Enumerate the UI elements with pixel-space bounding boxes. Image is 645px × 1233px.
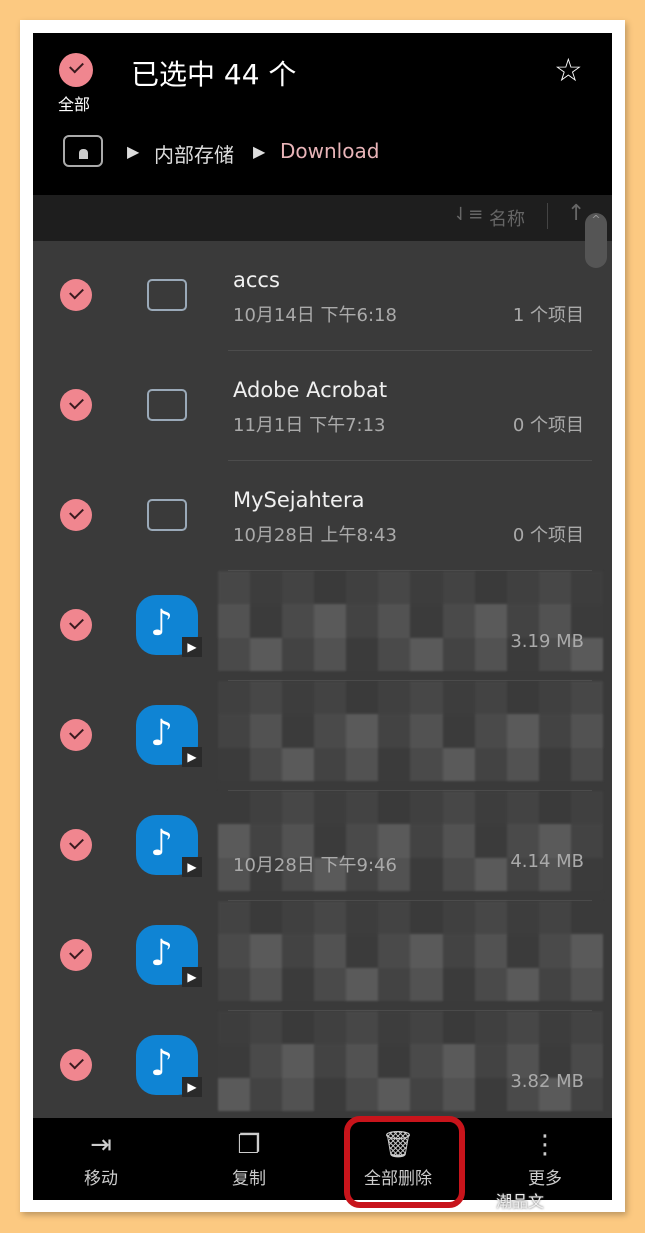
item-checkbox[interactable] (60, 1049, 92, 1081)
audio-file-icon: ♪ ▶ (136, 1035, 202, 1097)
item-date: 11月1日 下午7:13 (233, 415, 386, 436)
home-folder-icon[interactable] (63, 135, 103, 167)
sort-icon[interactable]: ⇃≡ (453, 204, 483, 225)
sort-label[interactable]: 名称 (489, 205, 525, 231)
file-manager-screen: 全部 已选中 44 个 ☆ ▶ 内部存储 ▶ Download ⇃≡ 名称 ↑ … (33, 33, 612, 1200)
item-meta: 1 个项目 (512, 305, 584, 326)
item-meta: 0 个项目 (512, 415, 584, 436)
item-checkbox[interactable] (60, 609, 92, 641)
item-name: accs (233, 268, 280, 292)
item-checkbox[interactable] (60, 939, 92, 971)
breadcrumb-root[interactable]: 内部存储 (154, 139, 234, 168)
list-item[interactable]: accs 10月14日 下午6:18 1 个项目 (33, 241, 612, 351)
item-meta: 3.82 MB (510, 1071, 584, 1092)
item-checkbox[interactable] (60, 389, 92, 421)
list-item[interactable]: ♪ ▶ 10月28日 下午9:46 4.14 MB (33, 791, 612, 901)
folder-icon (147, 279, 187, 311)
divider (547, 203, 548, 229)
redacted-pixelation (218, 681, 603, 781)
highlight-box (344, 1116, 465, 1208)
item-checkbox[interactable] (60, 279, 92, 311)
audio-file-icon: ♪ ▶ (136, 815, 202, 877)
audio-file-icon: ♪ ▶ (136, 705, 202, 767)
list-item[interactable]: ♪ ▶ 3.19 MB (33, 571, 612, 681)
item-date: 10月28日 上午8:43 (233, 525, 397, 546)
header: 全部 已选中 44 个 ☆ ▶ 内部存储 ▶ Download (33, 33, 612, 195)
copy-button[interactable]: ❐ 复制 (189, 1118, 309, 1200)
page-title: 已选中 44 个 (131, 58, 297, 91)
select-all-label: 全部 (58, 95, 91, 114)
item-date: 10月28日 下午9:46 (233, 855, 397, 876)
item-name: MySejahtera (233, 488, 365, 512)
more-icon: ⋮ (532, 1130, 558, 1160)
audio-file-icon: ♪ ▶ (136, 925, 202, 987)
item-name: Adobe Acrobat (233, 378, 388, 402)
list-item[interactable]: ♪ ▶ (33, 901, 612, 1011)
audio-file-icon: ♪ ▶ (136, 595, 202, 657)
sort-bar: ⇃≡ 名称 ↑ ^ (33, 195, 612, 268)
redacted-pixelation (218, 1011, 603, 1111)
item-checkbox[interactable] (60, 499, 92, 531)
list-item[interactable]: Adobe Acrobat 11月1日 下午7:13 0 个项目 (33, 351, 612, 461)
item-meta: 0 个项目 (512, 525, 584, 546)
list-item[interactable]: ♪ ▶ 3.82 MB (33, 1011, 612, 1121)
chevron-right-icon: ▶ (253, 142, 266, 161)
item-checkbox[interactable] (60, 719, 92, 751)
item-meta: 3.19 MB (510, 631, 584, 652)
copy-icon: ❐ (237, 1130, 261, 1160)
item-date: 10月14日 下午6:18 (233, 305, 397, 326)
star-icon[interactable]: ☆ (554, 51, 583, 89)
move-button[interactable]: ⇥ 移动 (41, 1118, 161, 1200)
chevron-right-icon: ▶ (127, 142, 140, 161)
folder-icon (147, 389, 187, 421)
redacted-pixelation (218, 571, 603, 671)
redacted-pixelation (218, 901, 603, 1001)
folder-icon (147, 499, 187, 531)
select-all-checkbox[interactable] (59, 53, 93, 87)
sort-direction-icon[interactable]: ↑ (567, 201, 585, 226)
item-meta: 4.14 MB (510, 851, 584, 872)
move-icon: ⇥ (90, 1130, 112, 1160)
breadcrumb-current: Download (280, 139, 380, 163)
watermark: 潮品文 (496, 1192, 545, 1211)
list-item[interactable]: MySejahtera 10月28日 上午8:43 0 个项目 (33, 461, 612, 571)
list-item[interactable]: ♪ ▶ (33, 681, 612, 791)
item-checkbox[interactable] (60, 829, 92, 861)
